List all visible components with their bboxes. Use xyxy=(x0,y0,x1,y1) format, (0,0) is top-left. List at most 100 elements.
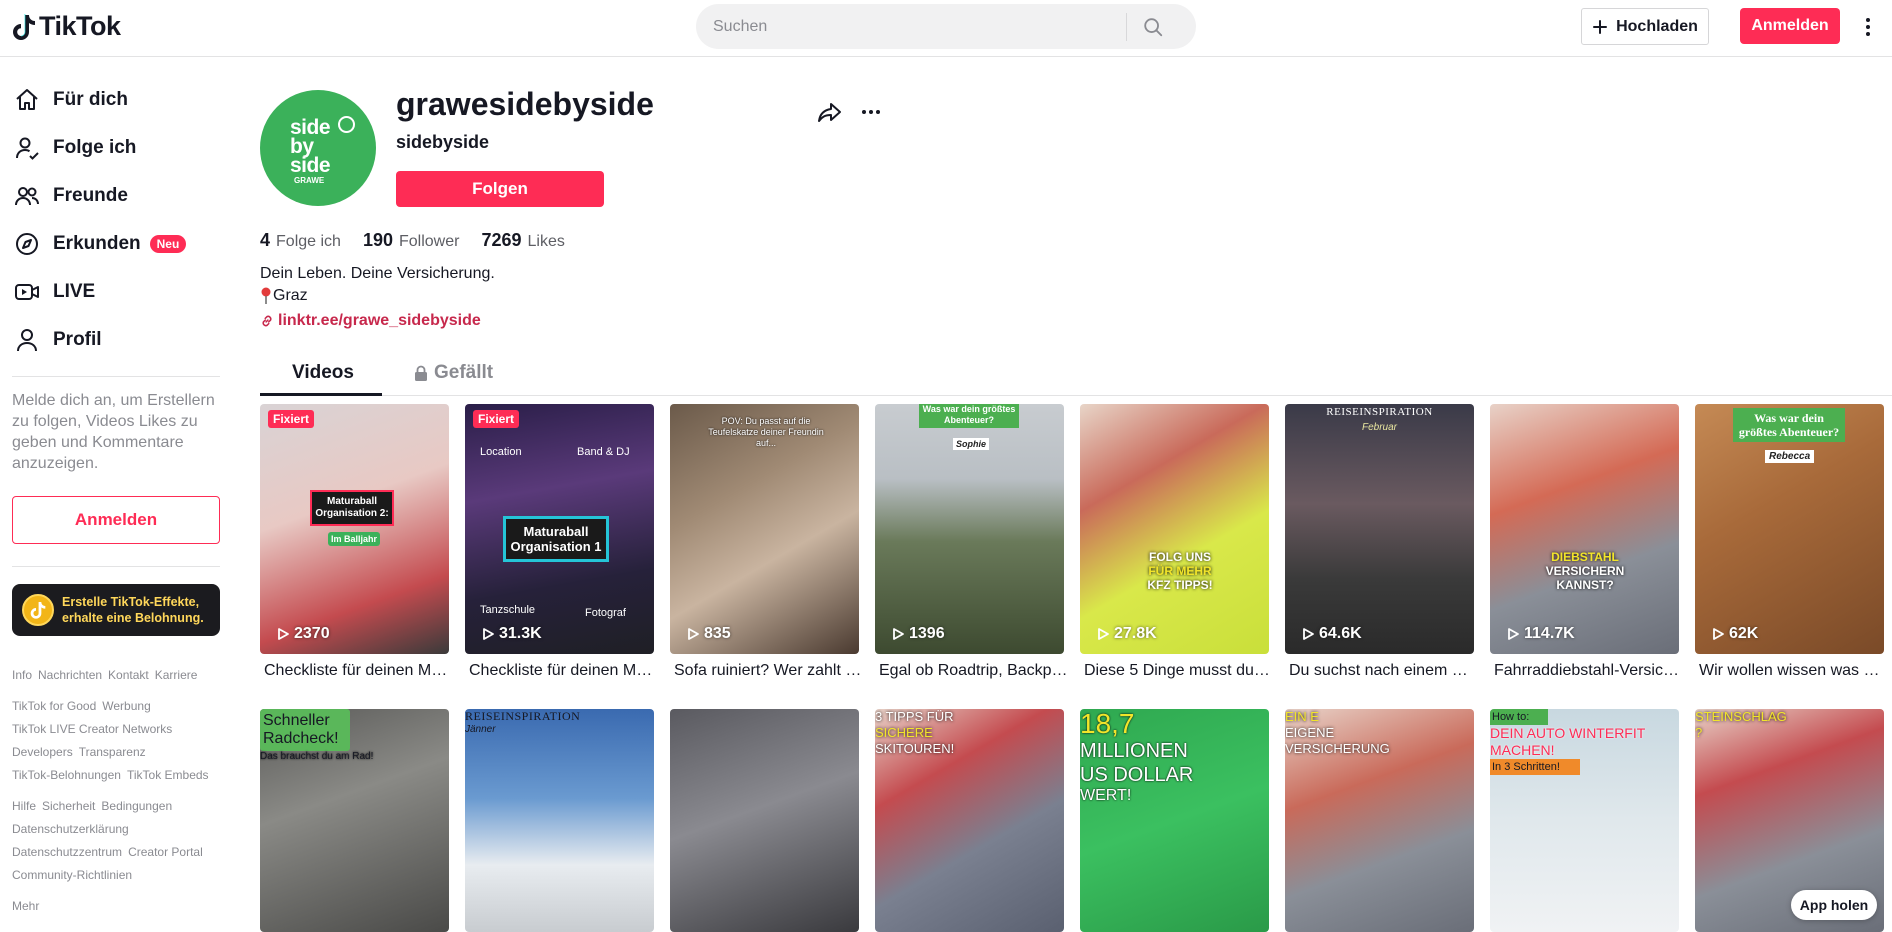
video-overlay-text: Maturaball Organisation 1 xyxy=(503,516,609,562)
video-overlay-text: REISEINSPIRATION xyxy=(1326,406,1433,418)
video-card[interactable]: Was war dein größtes Abenteuer? Sophie 1… xyxy=(875,404,1064,654)
live-icon xyxy=(15,284,39,300)
sidebar-item-label: Für dich xyxy=(53,89,128,110)
footer-link[interactable]: TikTok for Good xyxy=(12,699,96,713)
video-caption[interactable]: Checkliste für deinen Maturaball xyxy=(264,662,453,680)
video-overlay-text: SKITOUREN! xyxy=(875,741,955,756)
footer-link[interactable]: Community-Richtlinien xyxy=(12,868,132,882)
sidebar-item-friends[interactable]: Freunde xyxy=(14,181,128,211)
footer-link[interactable]: Hilfe xyxy=(12,799,36,813)
video-overlay-text: EIGENE xyxy=(1285,725,1335,740)
footer-link[interactable]: Kontakt xyxy=(108,668,149,682)
video-card[interactable]: Fixiert Maturaball Organisation 2: Im Ba… xyxy=(260,404,449,654)
sidebar-item-label: Freunde xyxy=(53,185,128,206)
pinned-badge: Fixiert xyxy=(268,410,315,428)
video-caption[interactable]: Egal ob Roadtrip, Backpacking xyxy=(879,662,1068,680)
footer-link[interactable]: Nachrichten xyxy=(38,668,102,682)
views-count: 2370 xyxy=(294,625,330,642)
footer-link[interactable]: Werbung xyxy=(102,699,150,713)
get-app-button[interactable]: App holen xyxy=(1791,890,1877,920)
more-options-icon[interactable] xyxy=(1862,14,1874,40)
video-card[interactable]: 18,7 MILLIONEN US DOLLAR WERT! xyxy=(1080,709,1269,932)
video-overlay-text: Maturaball Organisation 2: xyxy=(310,490,394,526)
video-caption[interactable]: Diese 5 Dinge musst du im Auto haben xyxy=(1084,662,1273,680)
video-card[interactable]: DIEBSTAHL VERSICHERN KANNST? 114.7K xyxy=(1490,404,1679,654)
sidebar-item-label: Erkunden xyxy=(53,233,141,254)
video-card[interactable]: REISEINSPIRATION Jänner xyxy=(465,709,654,932)
header-login-button[interactable]: Anmelden xyxy=(1740,8,1840,44)
profile-link[interactable]: linktr.ee/grawe_sidebyside xyxy=(260,312,481,330)
video-caption[interactable]: Du suchst nach einem Reiseziel xyxy=(1289,662,1478,680)
footer-link[interactable]: Bedingungen xyxy=(101,799,172,813)
views-count: 62K xyxy=(1729,625,1759,642)
tiktok-logo[interactable]: TikTok xyxy=(12,11,121,42)
video-overlay-text: STEINSCHLAG xyxy=(1695,709,1787,724)
lock-icon xyxy=(415,365,427,381)
logo-text: TikTok xyxy=(39,11,121,41)
tab-videos[interactable]: Videos xyxy=(292,362,354,384)
footer-link[interactable]: Sicherheit xyxy=(42,799,95,813)
video-caption[interactable]: Sofa ruiniert? Wer zahlt dafür? xyxy=(674,662,863,680)
tab-liked-label: Gefällt xyxy=(434,362,494,383)
footer-link[interactable]: TikTok LIVE Creator Networks xyxy=(12,722,172,736)
sidebar-item-for-you[interactable]: Für dich xyxy=(14,85,128,115)
footer-link[interactable]: TikTok Embeds xyxy=(127,768,209,782)
footer-link[interactable]: Creator Portal xyxy=(128,845,203,859)
sidebar-login-button[interactable]: Anmelden xyxy=(12,496,220,544)
video-card[interactable]: EIN E EIGENE VERSICHERUNG xyxy=(1285,709,1474,932)
footer-link[interactable]: Developers xyxy=(12,745,73,759)
video-caption[interactable]: Checkliste für deinen Maturaball xyxy=(469,662,658,680)
following-stat[interactable]: 4 Folge ich xyxy=(260,230,341,251)
footer-link[interactable]: Transparenz xyxy=(79,745,146,759)
video-overlay-text: Schneller Radcheck! xyxy=(260,709,350,751)
sidebar-item-live[interactable]: LIVE xyxy=(14,277,95,307)
video-card[interactable] xyxy=(670,709,859,932)
video-overlay-text: DEIN AUTO WINTERFIT MACHEN! xyxy=(1490,725,1646,758)
video-card[interactable]: How to: DEIN AUTO WINTERFIT MACHEN! In 3… xyxy=(1490,709,1679,932)
footer-link[interactable]: Datenschutzerklärung xyxy=(12,822,129,836)
footer-link[interactable]: Datenschutzzentrum xyxy=(12,845,122,859)
sidebar-item-following[interactable]: Folge ich xyxy=(14,133,136,163)
followers-count: 190 xyxy=(362,230,393,250)
followers-stat[interactable]: 190 Follower xyxy=(363,230,460,251)
follow-button[interactable]: Folgen xyxy=(396,171,604,207)
video-card[interactable]: POV: Du passt auf die Teufelskatze deine… xyxy=(670,404,859,654)
sidebar-item-label: Profil xyxy=(53,329,102,350)
play-icon xyxy=(1713,628,1724,640)
search-button[interactable] xyxy=(1127,4,1179,49)
profile-nickname: sidebyside xyxy=(396,132,490,152)
video-overlay-text: Tanzschule xyxy=(480,604,536,616)
video-overlay-text: REISEINSPIRATION xyxy=(465,709,581,723)
footer-link[interactable]: Karriere xyxy=(155,668,198,682)
avatar[interactable]: side by side GRAWE xyxy=(260,90,376,206)
sidebar-item-explore[interactable]: Erkunden Neu xyxy=(14,229,187,259)
effects-banner[interactable]: Erstelle TikTok-Effekte, erhalte eine Be… xyxy=(12,584,220,636)
home-icon xyxy=(16,89,38,110)
video-overlay-text: FOLG UNS xyxy=(1149,550,1211,564)
upload-label: Hochladen xyxy=(1616,17,1698,35)
avatar-brand-text: GRAWE xyxy=(294,176,325,185)
video-views: 64.6K xyxy=(1301,625,1362,643)
coin-icon xyxy=(22,594,54,626)
upload-button[interactable]: Hochladen xyxy=(1581,8,1709,45)
sidebar-item-profile[interactable]: Profil xyxy=(14,325,102,355)
video-caption[interactable]: Wir wollen wissen was dein größtes Abent… xyxy=(1699,662,1888,680)
tab-liked[interactable]: Gefällt xyxy=(414,362,493,384)
video-card[interactable]: Was war dein größtes Abenteuer? Rebecca … xyxy=(1695,404,1884,654)
video-caption[interactable]: Fahrraddiebstahl-Versicherung xyxy=(1494,662,1683,680)
pinned-badge: Fixiert xyxy=(473,410,520,428)
footer-link[interactable]: Mehr xyxy=(12,899,39,913)
share-icon[interactable] xyxy=(817,100,843,124)
video-overlay-text: EIN E xyxy=(1285,709,1319,724)
video-overlay-text: Band & DJ xyxy=(577,446,630,458)
footer-link[interactable]: TikTok-Belohnungen xyxy=(12,768,121,782)
video-card[interactable]: REISEINSPIRATION Februar 64.6K xyxy=(1285,404,1474,654)
search-input[interactable] xyxy=(696,17,1126,36)
video-card[interactable]: Fixiert Location Band & DJ Maturaball Or… xyxy=(465,404,654,654)
video-card[interactable]: FOLG UNS FÜR MEHR KFZ TIPPS! 27.8K xyxy=(1080,404,1269,654)
video-card[interactable]: 3 TIPPS FÜR SICHERE SKITOUREN! xyxy=(875,709,1064,932)
footer-link[interactable]: Info xyxy=(12,668,32,682)
video-card[interactable]: Schneller Radcheck! Das brauchst du am R… xyxy=(260,709,449,932)
profile-more-icon[interactable] xyxy=(858,100,884,124)
video-overlay-text: How to: xyxy=(1490,709,1548,725)
